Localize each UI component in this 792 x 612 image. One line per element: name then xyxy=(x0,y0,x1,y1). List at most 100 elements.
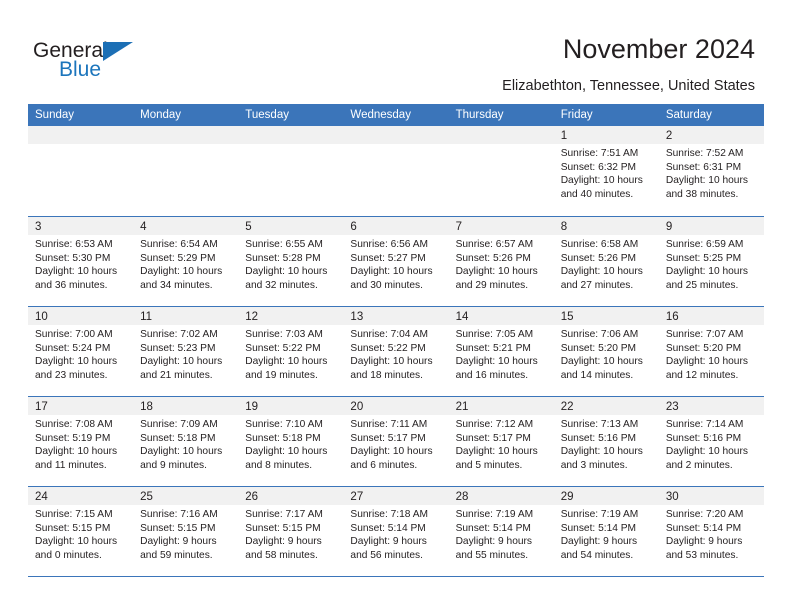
day-number: 28 xyxy=(455,491,469,503)
day-sun-info: Sunrise: 6:58 AM Sunset: 5:26 PM Daylight:… xyxy=(554,235,659,292)
sunset-text: Sunset: 5:20 PM xyxy=(665,342,742,354)
daylight-text: Daylight: 10 hours and 6 minutes. xyxy=(350,446,433,471)
day-number: 11 xyxy=(140,311,153,323)
daylight-text: Daylight: 10 hours and 12 minutes. xyxy=(665,356,748,381)
calendar-day-cell[interactable]: 2 Sunrise: 7:52 AM Sunset: 6:31 PM Daylight… xyxy=(658,126,764,216)
calendar-day-cell[interactable]: 4 Sunrise: 6:54 AM Sunset: 5:29 PM Daylight… xyxy=(133,217,239,306)
sunset-text: Sunset: 5:29 PM xyxy=(140,252,216,264)
calendar-day-cell[interactable]: 9 Sunrise: 6:59 AM Sunset: 5:25 PM Daylight… xyxy=(658,217,764,306)
calendar-week-row: 24 Sunrise: 7:15 AM Sunset: 5:15 PM Dayligh… xyxy=(28,486,764,576)
day-number: 5 xyxy=(245,221,252,233)
calendar-day-cell[interactable]: 17 Sunrise: 7:08 AM Sunset: 5:19 PM Dayligh… xyxy=(28,397,134,486)
day-sun-info: Sunrise: 7:17 AM Sunset: 5:15 PM Daylight:… xyxy=(238,505,343,562)
day-number: 30 xyxy=(665,491,679,503)
calendar-bottom-rule xyxy=(28,576,764,577)
sunset-text: Sunset: 5:20 PM xyxy=(560,342,637,354)
weekday-header-row: Sunday Monday Tuesday Wednesday Thursday… xyxy=(28,104,764,126)
calendar-day-cell[interactable]: 13 Sunrise: 7:04 AM Sunset: 5:22 PM Dayligh… xyxy=(343,307,449,396)
day-number-band xyxy=(448,126,554,144)
calendar-day-cell[interactable]: 8 Sunrise: 6:58 AM Sunset: 5:26 PM Daylight… xyxy=(553,217,659,306)
sunrise-text: Sunrise: 7:20 AM xyxy=(665,509,744,520)
calendar-day-cell[interactable]: 6 Sunrise: 6:56 AM Sunset: 5:27 PM Daylight… xyxy=(343,217,449,306)
sunrise-text: Sunrise: 6:55 AM xyxy=(245,239,323,250)
sunset-text: Sunset: 5:26 PM xyxy=(455,252,531,264)
daylight-text: Daylight: 10 hours and 23 minutes. xyxy=(35,356,118,381)
day-number-band: 1 xyxy=(553,126,659,144)
calendar-day-cell[interactable]: 28 Sunrise: 7:19 AM Sunset: 5:14 PM Dayligh… xyxy=(448,487,554,576)
day-sun-info: Sunrise: 6:55 AM Sunset: 5:28 PM Daylight:… xyxy=(238,235,343,292)
day-number: 7 xyxy=(455,221,462,233)
logo-triangle-icon xyxy=(103,42,133,61)
sunset-text: Sunset: 5:15 PM xyxy=(35,522,111,534)
day-sun-info: Sunrise: 6:53 AM Sunset: 5:30 PM Daylight:… xyxy=(28,235,133,292)
calendar-day-cell[interactable]: 23 Sunrise: 7:14 AM Sunset: 5:16 PM Dayligh… xyxy=(658,397,764,486)
day-number-band: 12 xyxy=(238,307,344,325)
day-number-band: 13 xyxy=(343,307,449,325)
calendar-day-cell[interactable]: 14 Sunrise: 7:05 AM Sunset: 5:21 PM Dayligh… xyxy=(448,307,554,396)
day-number: 8 xyxy=(560,221,568,233)
logo-text-blue: Blue xyxy=(59,58,102,81)
day-sun-info: Sunrise: 7:08 AM Sunset: 5:19 PM Daylight:… xyxy=(28,415,133,472)
day-sun-info: Sunrise: 7:10 AM Sunset: 5:18 PM Daylight:… xyxy=(238,415,343,472)
calendar-day-cell[interactable]: 26 Sunrise: 7:17 AM Sunset: 5:15 PM Dayligh… xyxy=(238,487,344,576)
day-number: 13 xyxy=(350,311,364,323)
calendar-day-cell[interactable]: 5 Sunrise: 6:55 AM Sunset: 5:28 PM Daylight… xyxy=(238,217,344,306)
calendar-day-cell-empty xyxy=(133,126,239,216)
day-number-band: 2 xyxy=(658,126,764,144)
calendar-day-cell[interactable]: 12 Sunrise: 7:03 AM Sunset: 5:22 PM Dayligh… xyxy=(238,307,344,396)
calendar-day-cell[interactable]: 25 Sunrise: 7:16 AM Sunset: 5:15 PM Dayligh… xyxy=(133,487,239,576)
sunset-text: Sunset: 5:14 PM xyxy=(455,522,531,534)
day-number-band: 23 xyxy=(658,397,764,415)
calendar-day-cell[interactable]: 15 Sunrise: 7:06 AM Sunset: 5:20 PM Dayligh… xyxy=(553,307,659,396)
day-sun-info: Sunrise: 7:11 AM Sunset: 5:17 PM Daylight:… xyxy=(343,415,448,472)
calendar-day-cell[interactable]: 22 Sunrise: 7:13 AM Sunset: 5:16 PM Dayligh… xyxy=(553,397,659,486)
calendar-day-cell[interactable]: 24 Sunrise: 7:15 AM Sunset: 5:15 PM Dayligh… xyxy=(28,487,134,576)
calendar-day-cell[interactable]: 1 Sunrise: 7:51 AM Sunset: 6:32 PM Daylight… xyxy=(553,126,659,216)
calendar-day-cell[interactable]: 18 Sunrise: 7:09 AM Sunset: 5:18 PM Dayligh… xyxy=(133,397,239,486)
daylight-text: Daylight: 10 hours and 14 minutes. xyxy=(560,356,643,381)
day-number-band xyxy=(28,126,134,144)
day-number-band: 28 xyxy=(448,487,554,505)
calendar-day-cell-empty xyxy=(238,126,344,216)
sunset-text: Sunset: 5:21 PM xyxy=(455,342,531,354)
day-number-band: 7 xyxy=(448,217,554,235)
calendar-day-cell[interactable]: 21 Sunrise: 7:12 AM Sunset: 5:17 PM Dayligh… xyxy=(448,397,554,486)
daylight-text: Daylight: 10 hours and 11 minutes. xyxy=(35,446,118,471)
day-sun-info: Sunrise: 7:18 AM Sunset: 5:14 PM Daylight:… xyxy=(343,505,448,562)
daylight-text: Daylight: 10 hours and 5 minutes. xyxy=(455,446,538,471)
sunrise-text: Sunrise: 7:07 AM xyxy=(665,329,744,340)
calendar-week-row: 1 Sunrise: 7:51 AM Sunset: 6:32 PM Daylight… xyxy=(28,126,764,216)
weekday-header-wednesday: Wednesday xyxy=(350,109,411,121)
sunrise-text: Sunrise: 7:17 AM xyxy=(245,509,323,520)
daylight-text: Daylight: 9 hours and 58 minutes. xyxy=(245,536,322,561)
day-number-band xyxy=(238,126,344,144)
calendar-day-cell[interactable]: 20 Sunrise: 7:11 AM Sunset: 5:17 PM Dayligh… xyxy=(343,397,449,486)
calendar-day-cell[interactable]: 11 Sunrise: 7:02 AM Sunset: 5:23 PM Dayligh… xyxy=(133,307,239,396)
calendar-day-cell[interactable]: 3 Sunrise: 6:53 AM Sunset: 5:30 PM Daylight… xyxy=(28,217,134,306)
day-sun-info: Sunrise: 7:52 AM Sunset: 6:31 PM Daylight:… xyxy=(659,144,764,201)
calendar-day-cell[interactable]: 7 Sunrise: 6:57 AM Sunset: 5:26 PM Daylight… xyxy=(448,217,554,306)
day-sun-info: Sunrise: 7:04 AM Sunset: 5:22 PM Daylight:… xyxy=(343,325,448,382)
sunset-text: Sunset: 5:27 PM xyxy=(350,252,426,264)
sunset-text: Sunset: 5:14 PM xyxy=(560,522,637,534)
sunset-text: Sunset: 5:30 PM xyxy=(35,252,111,264)
daylight-text: Daylight: 9 hours and 53 minutes. xyxy=(665,536,743,561)
page-header: General Blue November 2024 Elizabethton,… xyxy=(0,0,792,104)
daylight-text: Daylight: 10 hours and 34 minutes. xyxy=(140,266,223,291)
calendar-day-cell[interactable]: 27 Sunrise: 7:18 AM Sunset: 5:14 PM Dayligh… xyxy=(343,487,449,576)
calendar-day-cell[interactable]: 16 Sunrise: 7:07 AM Sunset: 5:20 PM Dayligh… xyxy=(658,307,764,396)
day-sun-info: Sunrise: 7:03 AM Sunset: 5:22 PM Daylight:… xyxy=(238,325,343,382)
day-number: 18 xyxy=(140,401,153,413)
calendar-day-cell[interactable]: 10 Sunrise: 7:00 AM Sunset: 5:24 PM Dayligh… xyxy=(28,307,134,396)
day-number: 21 xyxy=(455,401,469,413)
calendar-day-cell[interactable]: 29 Sunrise: 7:19 AM Sunset: 5:14 PM Dayligh… xyxy=(553,487,659,576)
daylight-text: Daylight: 9 hours and 59 minutes. xyxy=(140,536,217,561)
calendar-day-cell-empty xyxy=(343,126,449,216)
calendar-day-cell[interactable]: 30 Sunrise: 7:20 AM Sunset: 5:14 PM Dayligh… xyxy=(658,487,764,576)
day-number-band: 29 xyxy=(553,487,659,505)
day-number-band: 26 xyxy=(238,487,344,505)
calendar-day-cell[interactable]: 19 Sunrise: 7:10 AM Sunset: 5:18 PM Dayligh… xyxy=(238,397,344,486)
daylight-text: Daylight: 10 hours and 32 minutes. xyxy=(245,266,328,291)
sunset-text: Sunset: 5:18 PM xyxy=(245,432,321,444)
day-number-band: 6 xyxy=(343,217,449,235)
